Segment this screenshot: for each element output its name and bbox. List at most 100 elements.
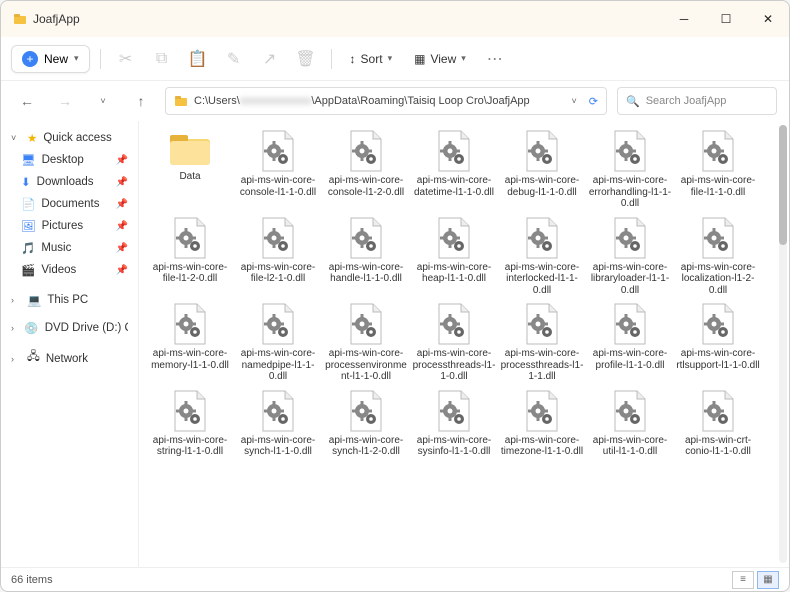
file-item[interactable]: api-ms-win-core-timezone-l1-1-0.dll xyxy=(499,389,585,469)
file-label: api-ms-win-core-file-l1-1-0.dll xyxy=(675,175,761,209)
sidebar-item-network[interactable]: › 🖧 Network xyxy=(5,345,134,372)
icons-view-button[interactable]: ▦ xyxy=(757,571,779,589)
search-placeholder: Search JoafjApp xyxy=(646,95,727,107)
chevron-down-icon[interactable]: ˅ xyxy=(572,96,577,106)
quick-icon: 🖼 xyxy=(21,219,36,233)
file-item[interactable]: api-ms-win-core-namedpipe-l1-1-0.dll xyxy=(235,302,321,383)
more-button[interactable]: ⋯ xyxy=(480,44,510,74)
close-button[interactable]: ✕ xyxy=(747,1,789,37)
scrollbar[interactable] xyxy=(779,125,787,563)
quick-icon: ⬇ xyxy=(21,175,31,189)
file-label: api-ms-win-core-namedpipe-l1-1-0.dll xyxy=(235,348,321,383)
file-item[interactable]: api-ms-win-core-memory-l1-1-0.dll xyxy=(147,302,233,383)
file-item[interactable]: api-ms-win-core-util-l1-1-0.dll xyxy=(587,389,673,469)
chevron-down-icon[interactable]: ˅ xyxy=(89,87,117,115)
file-item[interactable]: api-ms-win-core-console-l1-1-0.dll xyxy=(235,129,321,210)
sidebar-item-this-pc[interactable]: › 💻 This PC xyxy=(5,289,134,311)
folder-item[interactable]: Data xyxy=(147,129,233,210)
dll-file-icon xyxy=(257,389,299,433)
file-item[interactable]: api-ms-win-core-file-l1-1-0.dll xyxy=(675,129,761,210)
file-item[interactable]: api-ms-win-core-handle-l1-1-0.dll xyxy=(323,216,409,297)
rename-icon[interactable]: ✎ xyxy=(219,44,249,74)
sidebar-item-downloads[interactable]: ⬇Downloads📌 xyxy=(5,171,134,193)
sidebar-item-videos[interactable]: 🎬Videos📌 xyxy=(5,259,134,281)
file-item[interactable]: api-ms-win-core-debug-l1-1-0.dll xyxy=(499,129,585,210)
file-item[interactable]: api-ms-win-core-file-l1-2-0.dll xyxy=(147,216,233,297)
forward-button[interactable]: → xyxy=(51,87,79,115)
file-item[interactable]: api-ms-win-core-synch-l1-2-0.dll xyxy=(323,389,409,469)
new-button[interactable]: + New ▾ xyxy=(11,45,90,73)
dll-file-icon xyxy=(697,389,739,433)
details-view-button[interactable]: ≡ xyxy=(732,571,754,589)
file-item[interactable]: api-ms-win-core-libraryloader-l1-1-0.dll xyxy=(587,216,673,297)
file-item[interactable]: api-ms-win-core-errorhandling-l1-1-0.dll xyxy=(587,129,673,210)
sidebar-item-desktop[interactable]: 🖥Desktop📌 xyxy=(5,149,134,171)
back-button[interactable]: ← xyxy=(13,87,41,115)
dll-file-icon xyxy=(169,302,211,346)
file-item[interactable]: api-ms-win-core-string-l1-1-0.dll xyxy=(147,389,233,469)
folder-icon xyxy=(166,129,214,169)
up-button[interactable]: ↑ xyxy=(127,87,155,115)
share-icon[interactable]: ↗ xyxy=(255,44,285,74)
separator xyxy=(331,49,332,69)
copy-icon[interactable]: ⧉ xyxy=(147,44,177,74)
view-button[interactable]: ▦ View ▾ xyxy=(406,48,474,70)
path-text: C:\Users\xxxxxxxxxxxxx\AppData\Roaming\T… xyxy=(194,95,530,107)
address-bar[interactable]: C:\Users\xxxxxxxxxxxxx\AppData\Roaming\T… xyxy=(165,87,607,115)
file-label: api-ms-win-core-file-l1-2-0.dll xyxy=(147,262,233,296)
file-item[interactable]: api-ms-win-core-profile-l1-1-0.dll xyxy=(587,302,673,383)
view-icon: ▦ xyxy=(414,52,425,66)
file-label: api-ms-win-core-datetime-l1-1-0.dll xyxy=(411,175,497,209)
file-item[interactable]: api-ms-win-core-processenvironment-l1-1-… xyxy=(323,302,409,383)
chevron-down-icon: ▾ xyxy=(74,53,79,64)
refresh-icon[interactable]: ⟳ xyxy=(589,95,598,108)
address-bar-row: ← → ˅ ↑ C:\Users\xxxxxxxxxxxxx\AppData\R… xyxy=(1,81,789,121)
file-item[interactable]: api-ms-win-core-rtlsupport-l1-1-0.dll xyxy=(675,302,761,383)
file-label: api-ms-win-core-synch-l1-1-0.dll xyxy=(235,435,321,469)
file-item[interactable]: api-ms-win-core-heap-l1-1-0.dll xyxy=(411,216,497,297)
dll-file-icon xyxy=(521,389,563,433)
file-label: api-ms-win-crt-conio-l1-1-0.dll xyxy=(675,435,761,469)
chevron-right-icon[interactable]: › xyxy=(11,323,18,333)
explorer-window: JoafjApp ─ ☐ ✕ + New ▾ ✂ ⧉ 📋 ✎ ↗ 🗑 ↕ Sor… xyxy=(0,0,790,592)
file-pane[interactable]: Dataapi-ms-win-core-console-l1-1-0.dllap… xyxy=(139,121,789,567)
file-label: api-ms-win-core-debug-l1-1-0.dll xyxy=(499,175,585,209)
delete-icon[interactable]: 🗑 xyxy=(291,44,321,74)
chevron-right-icon[interactable]: › xyxy=(11,354,21,364)
sidebar-item-dvd[interactable]: › 💿 DVD Drive (D:) CCCC xyxy=(5,317,134,339)
search-input[interactable]: 🔍 Search JoafjApp xyxy=(617,87,777,115)
file-item[interactable]: api-ms-win-core-localization-l1-2-0.dll xyxy=(675,216,761,297)
sidebar-item-documents[interactable]: 📄Documents📌 xyxy=(5,193,134,215)
file-item[interactable]: api-ms-win-crt-conio-l1-1-0.dll xyxy=(675,389,761,469)
star-icon: ★ xyxy=(27,131,37,145)
dll-file-icon xyxy=(609,216,651,260)
sidebar-item-pictures[interactable]: 🖼Pictures📌 xyxy=(5,215,134,237)
minimize-button[interactable]: ─ xyxy=(663,1,705,37)
file-item[interactable]: api-ms-win-core-file-l2-1-0.dll xyxy=(235,216,321,297)
dll-file-icon xyxy=(257,216,299,260)
file-label: api-ms-win-core-synch-l1-2-0.dll xyxy=(323,435,409,469)
file-item[interactable]: api-ms-win-core-console-l1-2-0.dll xyxy=(323,129,409,210)
file-item[interactable]: api-ms-win-core-sysinfo-l1-1-0.dll xyxy=(411,389,497,469)
sidebar-item-music[interactable]: 🎵Music📌 xyxy=(5,237,134,259)
chevron-down-icon[interactable]: ˅ xyxy=(11,133,21,143)
sort-button[interactable]: ↕ Sort ▾ xyxy=(342,48,401,70)
sidebar-item-label: Network xyxy=(46,353,88,365)
scrollbar-thumb[interactable] xyxy=(779,125,787,245)
file-item[interactable]: api-ms-win-core-processthreads-l1-1-0.dl… xyxy=(411,302,497,383)
paste-icon[interactable]: 📋 xyxy=(183,44,213,74)
title-bar[interactable]: JoafjApp ─ ☐ ✕ xyxy=(1,1,789,37)
file-item[interactable]: api-ms-win-core-datetime-l1-1-0.dll xyxy=(411,129,497,210)
file-item[interactable]: api-ms-win-core-synch-l1-1-0.dll xyxy=(235,389,321,469)
file-label: api-ms-win-core-console-l1-2-0.dll xyxy=(323,175,409,209)
sidebar-item-quick-access[interactable]: ˅ ★ Quick access xyxy=(5,127,134,149)
file-item[interactable]: api-ms-win-core-interlocked-l1-1-0.dll xyxy=(499,216,585,297)
maximize-button[interactable]: ☐ xyxy=(705,1,747,37)
chevron-right-icon[interactable]: › xyxy=(11,295,21,305)
pin-icon: 📌 xyxy=(116,177,128,188)
sidebar-item-label: DVD Drive (D:) CCCC xyxy=(45,322,128,334)
file-label: api-ms-win-core-processthreads-l1-1-0.dl… xyxy=(411,348,497,383)
sidebar-item-label: Pictures xyxy=(42,220,84,232)
cut-icon[interactable]: ✂ xyxy=(111,44,141,74)
file-item[interactable]: api-ms-win-core-processthreads-l1-1-1.dl… xyxy=(499,302,585,383)
